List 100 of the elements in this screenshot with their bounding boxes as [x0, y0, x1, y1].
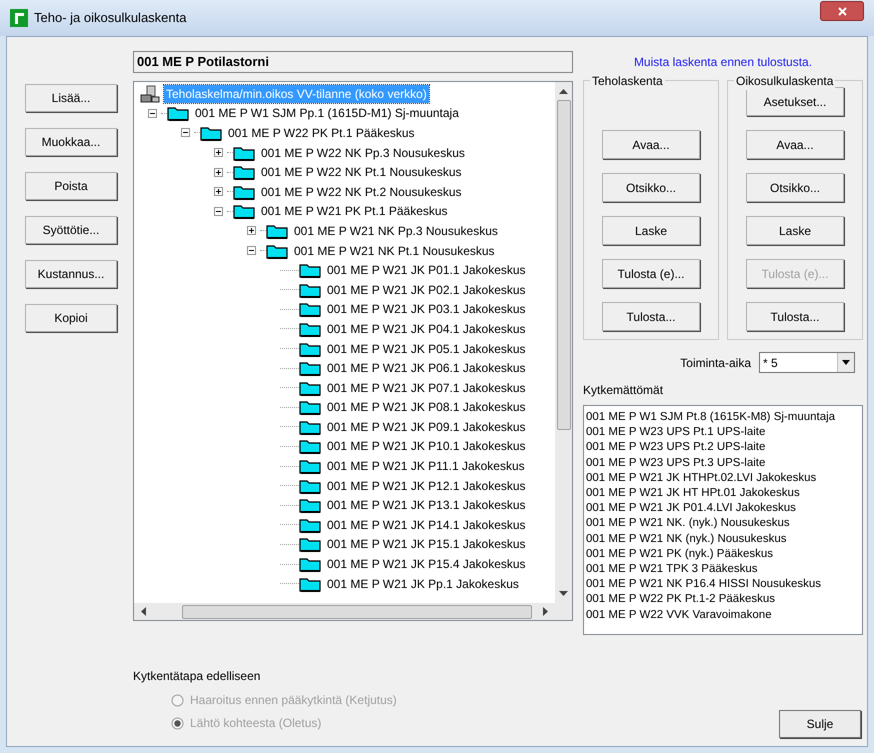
action-button[interactable]: Otsikko... — [746, 173, 844, 202]
group-label: Kytkentätapa edelliseen — [133, 668, 262, 685]
folder-icon — [299, 282, 321, 298]
folder-icon — [167, 105, 189, 122]
tree-item[interactable]: 001 ME P W21 JK P05.1 Jakokeskus — [325, 340, 528, 358]
action-button[interactable]: Avaa... — [746, 130, 844, 159]
folder-icon — [299, 301, 321, 318]
action-button[interactable]: Asetukset... — [746, 87, 844, 116]
tree-item[interactable]: 001 ME P W21 JK P09.1 Jakokeskus — [325, 418, 528, 436]
close-dialog-button[interactable]: Sulje — [779, 710, 861, 738]
folder-icon — [200, 124, 222, 141]
list-label: Kytkemättömät — [583, 382, 664, 399]
tree-item[interactable]: 001 ME P W21 JK P13.1 Jakokeskus — [325, 496, 528, 514]
collapse-icon[interactable] — [181, 128, 190, 138]
horizontal-scrollbar[interactable] — [134, 603, 572, 620]
unconnected-list[interactable] — [583, 405, 863, 635]
action-button[interactable]: Tulosta... — [746, 302, 844, 331]
list-item[interactable]: 001 ME P W21 JK HTHPt.02.LVI Jakokeskus — [586, 470, 862, 486]
scroll-left-icon — [140, 607, 146, 616]
action-button[interactable]: Otsikko... — [602, 173, 700, 202]
folder-icon — [299, 418, 321, 435]
scroll-down-icon — [559, 591, 568, 597]
notice-text: Muista laskenta ennen tulostusta. — [632, 54, 814, 71]
tree-item[interactable]: 001 ME P W22 PK Pt.1 Pääkeskus — [226, 124, 417, 142]
folder-icon — [299, 458, 321, 474]
close-icon — [838, 6, 846, 16]
dropdown-arrow-icon — [842, 360, 850, 365]
collapse-icon[interactable] — [214, 206, 223, 216]
tree-item[interactable]: 001 ME P W21 JK P01.1 Jakokeskus — [325, 261, 528, 280]
expand-icon[interactable] — [214, 187, 223, 196]
action-button[interactable]: Kopioi — [25, 304, 117, 332]
list-item[interactable]: 001 ME P W21 PK (nyk.) Pääkeskus — [586, 546, 862, 562]
folder-icon — [299, 320, 321, 337]
operating-time-dropdown[interactable]: * 5 — [759, 352, 855, 373]
folder-icon — [299, 438, 321, 454]
collapse-icon[interactable] — [148, 108, 157, 118]
list-item[interactable]: 001 ME P W22 PK Pt.1-2 Pääkeskus — [586, 592, 862, 608]
close-button[interactable] — [820, 1, 864, 21]
expand-icon[interactable] — [214, 168, 223, 177]
action-button[interactable]: Tulosta... — [602, 302, 700, 331]
vertical-scrollbar[interactable] — [555, 82, 572, 603]
action-button[interactable]: Lisää... — [25, 84, 117, 112]
action-button[interactable]: Laske — [746, 216, 844, 245]
list-item[interactable]: 001 ME P W23 UPS Pt.2 UPS-laite — [586, 440, 862, 456]
tree-item[interactable]: 001 ME P W21 JK Pp.1 Jakokeskus — [325, 574, 521, 593]
tree-item[interactable]: 001 ME P W21 JK P08.1 Jakokeskus — [325, 398, 528, 416]
action-button[interactable]: Poista — [25, 172, 117, 200]
tree-item[interactable]: 001 ME P W21 JK P15.4 Jakokeskus — [325, 555, 528, 574]
tree-item[interactable]: 001 ME P W21 JK P10.1 Jakokeskus — [325, 437, 528, 456]
tree-item[interactable]: 001 ME P W21 NK Pp.3 Nousukeskus — [292, 222, 500, 240]
tree-item[interactable]: 001 ME P W21 JK P04.1 Jakokeskus — [325, 320, 528, 338]
tree-item[interactable]: 001 ME P W21 JK P15.1 Jakokeskus — [325, 535, 528, 554]
list-item[interactable]: 001 ME P W21 NK. (nyk.) Nousukeskus — [586, 516, 862, 532]
folder-icon — [299, 516, 321, 533]
list-item[interactable]: 001 ME P W1 SJM Pt.8 (1615K-M8) Sj-muuntaja — [586, 410, 862, 426]
network-icon — [140, 84, 160, 103]
tree-item[interactable]: 001 ME P W21 JK P11.1 Jakokeskus — [325, 457, 527, 476]
folder-icon — [233, 144, 255, 161]
tree-item[interactable]: 001 ME P W22 NK Pp.3 Nousukeskus — [259, 144, 467, 162]
list-item[interactable]: 001 ME P W23 UPS Pt.1 UPS-laite — [586, 425, 862, 440]
tree-item[interactable]: 001 ME P W21 JK P07.1 Jakokeskus — [325, 378, 528, 397]
folder-icon — [299, 478, 321, 494]
expand-icon[interactable] — [214, 148, 223, 158]
tree-item[interactable]: 001 ME P W21 PK Pt.1 Pääkeskus — [259, 202, 450, 220]
scroll-right-icon — [543, 607, 549, 616]
folder-icon — [266, 242, 288, 259]
list-item[interactable]: 001 ME P W21 NK P16.4 HISSI Nousukeskus — [586, 577, 862, 592]
action-button[interactable]: Avaa... — [602, 130, 700, 159]
folder-icon — [233, 184, 255, 200]
expand-icon[interactable] — [247, 226, 256, 236]
tree-item[interactable]: 001 ME P W21 JK P03.1 Jakokeskus — [325, 300, 528, 318]
list-item[interactable]: 001 ME P W21 NK (nyk.) Nousukeskus — [586, 532, 862, 547]
action-button[interactable]: Syöttötie... — [25, 216, 117, 244]
tree-item[interactable]: 001 ME P W21 JK P12.1 Jakokeskus — [325, 476, 528, 495]
list-item[interactable]: 001 ME P W21 JK P01.4.LVI Jakokeskus — [586, 501, 862, 516]
list-item[interactable]: 001 ME P W21 TPK 3 Pääkeskus — [586, 562, 862, 578]
folder-icon — [299, 556, 321, 572]
tree-item[interactable]: 001 ME P W21 JK P02.1 Jakokeskus — [325, 280, 528, 299]
collapse-icon[interactable] — [247, 246, 256, 256]
scrollbar-thumb[interactable] — [556, 100, 570, 430]
tree-item[interactable]: 001 ME P W22 NK Pt.2 Nousukeskus — [259, 182, 464, 201]
action-button[interactable]: Laske — [602, 216, 700, 245]
list-item[interactable]: 001 ME P W22 VVK Varavoimakone — [586, 608, 862, 623]
action-button[interactable]: Muokkaa... — [25, 128, 117, 156]
list-item[interactable]: 001 ME P W23 UPS Pt.3 UPS-laite — [586, 456, 862, 471]
tree-item[interactable]: 001 ME P W22 NK Pt.1 Nousukeskus — [259, 163, 464, 182]
folder-icon — [299, 399, 321, 416]
tree-item[interactable]: 001 ME P W1 SJM Pp.1 (1615D-M1) Sj-muuntaja — [193, 104, 461, 122]
header-field: 001 ME P Potilastorni — [133, 51, 573, 73]
scrollbar-thumb[interactable] — [182, 604, 532, 618]
action-button[interactable]: Tulosta (e)... — [602, 259, 700, 288]
tree-item[interactable]: 001 ME P W21 JK P14.1 Jakokeskus — [325, 516, 528, 534]
folder-icon — [299, 360, 321, 376]
action-button[interactable]: Kustannus... — [25, 260, 117, 288]
folder-icon — [299, 576, 321, 592]
list-item[interactable]: 001 ME P W21 JK HT HPt.01 Jakokeskus — [586, 486, 862, 502]
tree-item[interactable]: 001 ME P W21 JK P06.1 Jakokeskus — [325, 359, 528, 378]
folder-icon — [266, 222, 288, 239]
field-label: Toiminta-aika — [680, 354, 751, 372]
tree-item[interactable]: 001 ME P W21 NK Pt.1 Nousukeskus — [292, 242, 497, 260]
